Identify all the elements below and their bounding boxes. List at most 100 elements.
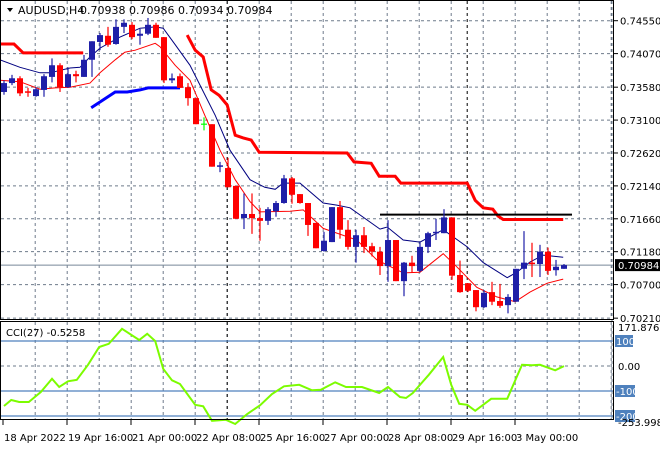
candle-body: [233, 185, 239, 219]
candle-body: [561, 265, 567, 269]
price-label: 0.74550: [620, 17, 660, 28]
candle-body: [105, 35, 111, 45]
candle-body: [73, 74, 79, 77]
candle-body: [417, 246, 423, 271]
cci-level-label: 100: [616, 337, 635, 348]
candle-body: [321, 240, 327, 251]
cci-pane: [1, 327, 613, 426]
candle-body: [529, 262, 535, 265]
candle-body: [329, 207, 335, 243]
collapse-triangle-icon[interactable]: [7, 8, 13, 12]
cci-frame: [0, 321, 614, 420]
price-label: 0.74070: [620, 50, 660, 61]
candle-body: [521, 262, 527, 269]
candle-body: [489, 292, 495, 302]
candle-body: [345, 229, 351, 247]
time-label: 28 Apr 08:00: [388, 433, 453, 444]
candle-body: [97, 35, 103, 42]
cci-level-label: -100: [616, 387, 639, 398]
candle-body: [89, 41, 95, 60]
chart-symbol: AUDUSD,H4: [18, 4, 84, 17]
candle-body: [497, 301, 503, 306]
price-label: 0.73100: [620, 116, 660, 127]
candle-body: [193, 98, 199, 125]
cci-max-label: 171.8765: [618, 323, 660, 334]
price-chart: 0.74550 0.74070 0.73580 0.73100 0.72620 0.721…: [0, 0, 660, 444]
candle-body: [401, 262, 407, 282]
candle-body: [337, 207, 343, 230]
time-label: 25 Apr 16:00: [260, 433, 325, 444]
price-label: 0.72620: [620, 149, 660, 160]
price-label: 0.71180: [620, 248, 660, 259]
candle-body: [25, 91, 31, 93]
candle-body: [433, 231, 439, 234]
candle-body: [113, 26, 119, 45]
candle-body: [153, 24, 159, 38]
time-label: 22 Apr 08:00: [196, 433, 261, 444]
candle-body: [65, 74, 71, 88]
time-label: 18 Apr 2022: [4, 433, 66, 444]
candle-body: [513, 268, 519, 302]
candle-body: [441, 217, 447, 234]
candle-body: [537, 251, 543, 265]
candle-body: [41, 76, 47, 90]
candle-body: [33, 89, 39, 97]
current-price-label: 0.70984: [618, 261, 659, 272]
candle-body: [169, 78, 175, 81]
candle-body: [57, 65, 63, 88]
candle-body: [465, 283, 471, 291]
candle-body: [257, 218, 263, 221]
candles: [1, 17, 567, 314]
price-label: 0.71660: [620, 215, 660, 226]
candle-body: [145, 24, 151, 34]
candle-body: [353, 235, 359, 247]
cci-min-label: -253.9982: [618, 418, 660, 429]
candle-body: [361, 235, 367, 247]
time-label: 29 Apr 16:00: [452, 433, 517, 444]
time-label: 27 Apr 00:00: [324, 433, 389, 444]
candle-body: [177, 76, 183, 88]
candle-body: [313, 222, 319, 249]
candle-body: [185, 87, 191, 99]
candle-body: [473, 290, 479, 308]
price-label: 0.70700: [620, 281, 660, 292]
cci-title: CCI(27) -0.5258: [6, 328, 85, 339]
trailing-stop-up-line: [90, 86, 180, 109]
time-label: 21 Apr 00:00: [132, 433, 197, 444]
chart-ohlc: 0.70938 0.70986 0.70934 0.70984: [80, 4, 272, 17]
cci-zero-label: 0.00: [618, 362, 640, 373]
ma-slow-line: [0, 42, 564, 303]
candle-body: [553, 266, 559, 271]
candle-body: [305, 203, 311, 225]
candle-body: [545, 251, 551, 271]
candle-body: [289, 178, 295, 195]
candle-body: [369, 246, 375, 252]
candle-body: [129, 24, 135, 38]
candle-body: [49, 65, 55, 77]
candle-body: [1, 83, 7, 92]
candle-body: [241, 213, 247, 219]
candle-body: [225, 168, 231, 188]
candle-body: [425, 233, 431, 247]
time-label: 3 May 00:00: [516, 433, 578, 444]
candle-body: [297, 194, 303, 204]
candle-body: [121, 22, 127, 27]
candle-body: [265, 209, 271, 221]
candle-body: [457, 274, 463, 293]
candle-body: [505, 296, 511, 306]
candle-body: [249, 213, 255, 219]
cci-line: [3, 327, 565, 426]
candle-body: [17, 78, 23, 94]
candle-body: [281, 178, 287, 204]
time-label: 19 Apr 16:00: [68, 433, 133, 444]
candle-body: [449, 217, 455, 276]
candle-body: [385, 240, 391, 267]
trailing-stop-down-line: [0, 42, 84, 55]
candle-body: [481, 292, 487, 308]
candle-body: [161, 37, 167, 81]
candle-body: [209, 124, 215, 167]
candle-body: [393, 240, 399, 282]
price-label: 0.72140: [620, 182, 660, 193]
candle-body: [137, 33, 143, 36]
candle-body: [9, 78, 15, 84]
